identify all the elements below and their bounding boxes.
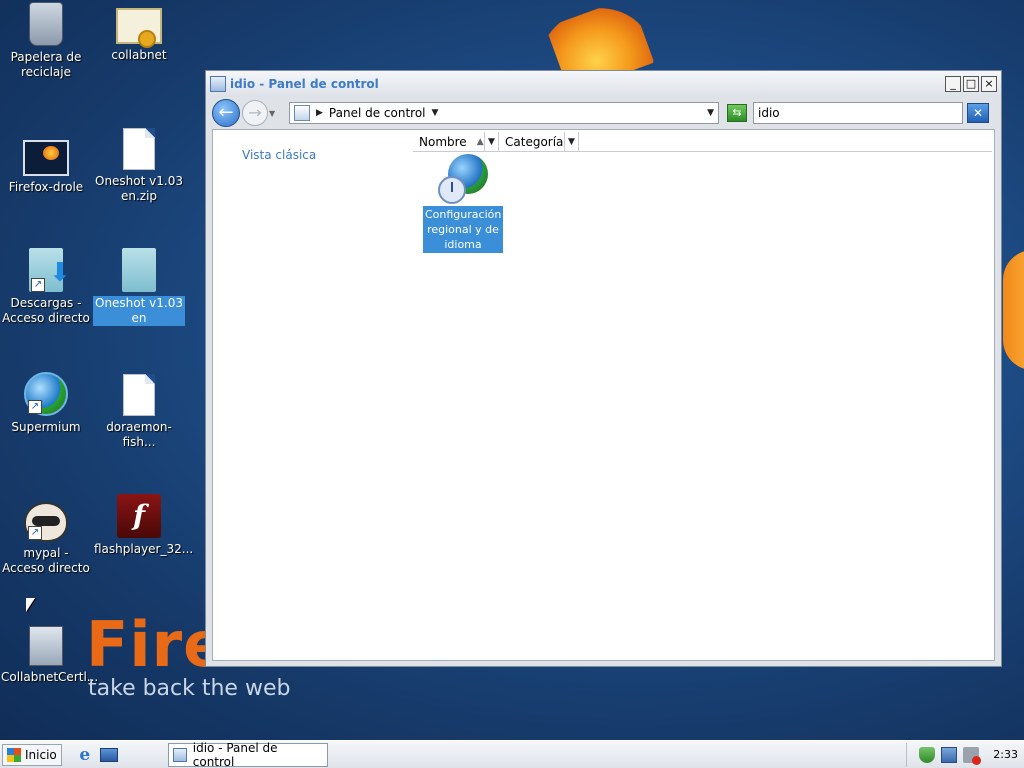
classic-view-link[interactable]: Vista clásica — [242, 148, 316, 162]
recent-pages-dropdown[interactable]: ▼ — [269, 109, 279, 118]
wallpaper-tagline: take back the web — [88, 676, 291, 701]
desktop-icon-label: mypal - Acceso directo — [2, 546, 90, 575]
clear-search-button[interactable]: ✕ — [967, 103, 989, 123]
shortcut-arrow-icon: ↗ — [28, 400, 42, 414]
control-panel-icon — [294, 105, 310, 121]
desktop-icon-label: Supermium — [11, 420, 81, 434]
download-arrow-icon: ⬇ — [49, 258, 71, 288]
desktop-icon-mypal[interactable]: ↗ mypal - Acceso directo — [0, 496, 92, 576]
window-title: idio - Panel de control — [230, 77, 379, 91]
maximize-button[interactable]: □ — [963, 76, 979, 92]
flash-player-icon: f — [117, 494, 161, 538]
minimize-button[interactable]: _ — [945, 76, 961, 92]
desktop-icon-label: Descargas - Acceso directo — [2, 296, 90, 325]
clock-icon — [438, 176, 466, 204]
desktop-icon-label: doraemon-fish... — [106, 420, 172, 449]
desktop-icon-doraemon[interactable]: doraemon-fish... — [93, 374, 185, 450]
mypal-raccoon-icon: ↗ — [24, 502, 68, 542]
desktop-icon-flashplayer[interactable]: f flashplayer_32... — [93, 494, 193, 557]
control-panel-window[interactable]: idio - Panel de control _ □ × ← → ▼ ▶ Pa… — [205, 70, 1002, 667]
mouse-cursor-icon — [26, 598, 35, 612]
task-pane: Vista clásica — [213, 130, 413, 660]
desktop-icon-label: collabnet — [111, 48, 167, 62]
column-filter-dropdown[interactable]: ▼ — [485, 132, 499, 152]
windows-logo-icon — [7, 747, 21, 762]
security-shield-icon[interactable] — [919, 746, 936, 763]
list-item-label: Configuración regional y de idioma — [423, 206, 503, 253]
supermium-browser-icon: ↗ — [24, 372, 68, 416]
desktop-icon-supermium[interactable]: ↗ Supermium — [0, 372, 92, 435]
refresh-button[interactable]: ⇆ — [727, 104, 747, 122]
internet-explorer-icon[interactable]: e — [76, 746, 94, 764]
control-panel-icon — [210, 76, 226, 92]
volume-muted-icon[interactable] — [963, 746, 982, 765]
content-area: Vista clásica Nombre ▲ ▼ Categoría ▼ Con — [212, 129, 995, 661]
column-headers: Nombre ▲ ▼ Categoría ▼ — [413, 132, 992, 152]
firefox-wallpaper-tail — [1003, 250, 1024, 370]
column-header-nombre[interactable]: Nombre ▲ — [413, 132, 485, 152]
desktop-icon-firefox-drole[interactable]: Firefox-drole — [0, 134, 92, 195]
column-header-categoria[interactable]: Categoría — [499, 132, 565, 152]
desktop-icon-label: Papelera de reciclaje — [10, 50, 82, 79]
folder-icon — [122, 248, 156, 292]
certificate-icon — [116, 8, 162, 48]
quick-launch: e — [76, 746, 118, 764]
recycle-bin-icon — [29, 2, 63, 46]
shortcut-arrow-icon: ↗ — [28, 526, 42, 540]
desktop-icon-recycle-bin[interactable]: Papelera de reciclaje — [0, 2, 92, 80]
file-icon — [123, 374, 155, 416]
window-titlebar[interactable]: idio - Panel de control _ □ × — [206, 71, 1001, 97]
show-desktop-icon[interactable] — [99, 747, 118, 762]
network-icon[interactable] — [941, 746, 958, 763]
firefox-window-icon — [23, 140, 69, 176]
desktop-icon-oneshot-folder[interactable]: Oneshot v1.03 en — [93, 248, 185, 326]
address-bar[interactable]: ▶ Panel de control ▼ ▼ — [289, 102, 719, 124]
taskbar: Inicio e idio - Panel de control 2:33 — [0, 740, 1024, 768]
desktop-icon-label: Firefox-drole — [8, 180, 84, 194]
breadcrumb-panel-de-control[interactable]: Panel de control — [329, 106, 426, 120]
file-icon — [123, 128, 155, 170]
desktop-icon-collabnet[interactable]: collabnet — [93, 2, 185, 63]
taskbar-button-control-panel[interactable]: idio - Panel de control — [167, 740, 328, 768]
downloads-folder-icon: ⬇ ↗ — [29, 248, 71, 292]
close-button[interactable]: × — [981, 76, 997, 92]
shortcut-arrow-icon: ↗ — [31, 278, 45, 292]
control-panel-icon — [172, 747, 187, 762]
sort-ascending-icon: ▲ — [476, 137, 484, 147]
address-separator[interactable]: ▶ — [316, 108, 323, 118]
desktop-icon-label: flashplayer_32... — [94, 542, 194, 556]
column-filter-dropdown[interactable]: ▼ — [565, 132, 579, 152]
forward-button[interactable]: → — [242, 100, 268, 126]
breadcrumb-dropdown-icon[interactable]: ▼ — [432, 108, 439, 118]
start-button[interactable]: Inicio — [2, 743, 62, 766]
system-tray: 2:33 — [906, 742, 1024, 767]
regional-language-icon — [438, 154, 488, 204]
desktop-icon-oneshot-zip[interactable]: Oneshot v1.03 en.zip — [93, 128, 185, 204]
address-history-dropdown[interactable]: ▼ — [707, 108, 714, 118]
start-label: Inicio — [25, 747, 57, 762]
desktop-icon-label: Oneshot v1.03 en.zip — [95, 174, 183, 203]
desktop-icon-descargas[interactable]: ⬇ ↗ Descargas - Acceso directo — [0, 248, 92, 326]
navigation-bar: ← → ▼ ▶ Panel de control ▼ ▼ ⇆ ✕ — [206, 97, 1001, 129]
back-button[interactable]: ← — [212, 99, 240, 127]
computer-network-icon — [29, 626, 63, 666]
desktop-icon-label: Oneshot v1.03 en — [93, 296, 185, 326]
search-input[interactable] — [753, 102, 963, 124]
desktop-icon-collabnetcert[interactable]: CollabnetCertl... — [0, 620, 98, 685]
taskbar-button-label: idio - Panel de control — [192, 740, 278, 768]
list-item[interactable]: Configuración regional y de idioma — [423, 154, 503, 253]
desktop-icon-label: CollabnetCertl... — [1, 670, 99, 684]
desktop: Firef take back the web Papelera de reci… — [0, 0, 1024, 740]
system-clock[interactable]: 2:33 — [993, 748, 1018, 761]
